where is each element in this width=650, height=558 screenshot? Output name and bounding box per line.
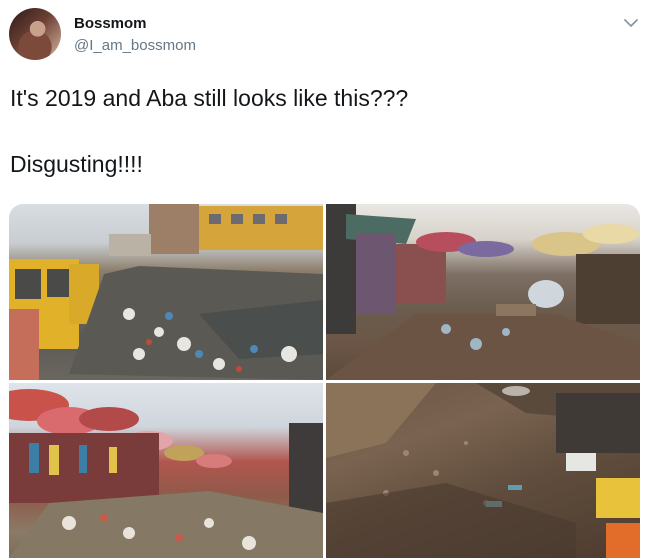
tweet-text: It's 2019 and Aba still looks like this?… — [10, 85, 409, 177]
media-grid — [9, 204, 640, 558]
display-name[interactable]: Bossmom — [74, 15, 147, 32]
avatar[interactable] — [9, 8, 61, 60]
photo-3[interactable] — [9, 383, 323, 558]
tweet-header: Bossmom @I_am_bossmom — [0, 0, 650, 66]
photo-4[interactable] — [326, 383, 640, 558]
chevron-down-icon[interactable] — [620, 12, 642, 34]
photo-2[interactable] — [326, 204, 640, 380]
photo-1[interactable] — [9, 204, 323, 380]
user-handle[interactable]: @I_am_bossmom — [74, 37, 196, 54]
